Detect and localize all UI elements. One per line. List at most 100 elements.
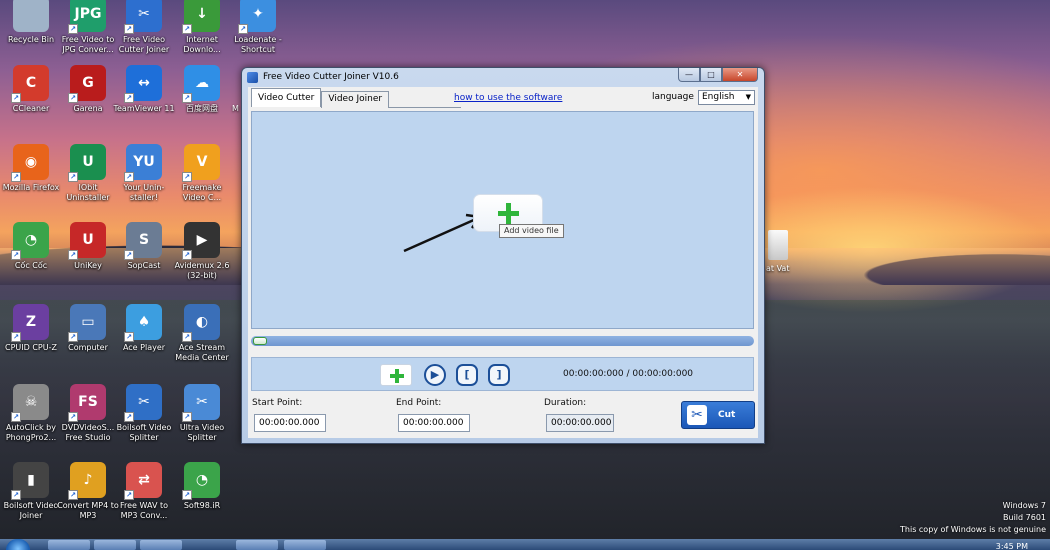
desktop-shortcut-label: Convert MP4 to MP3 [57,501,119,520]
firefox-icon: ◉ ↗ [11,144,49,182]
boilsoft-joiner-icon: ▮ ↗ [11,462,49,500]
set-end-point-button[interactable]: ] [488,364,510,386]
play-button[interactable]: ▶ [424,364,446,386]
set-start-point-button[interactable]: [ [456,364,478,386]
shortcut-arrow-icon: ↗ [182,24,192,34]
idm-icon: ↓ ↗ [182,0,220,34]
sopcast-icon: S ↗ [124,222,162,260]
desktop-shortcut-label: Boilsoft Video Joiner [3,501,59,520]
desktop-shortcut[interactable]: ✂ ↗ Ultra Video Splitter [171,384,233,443]
tab-bar-spacer [389,91,462,108]
progress-slider-handle[interactable] [253,337,267,345]
desktop-shortcut[interactable]: ◔ ↗ Cốc Cốc [0,222,62,271]
desktop-shortcut[interactable]: C ↗ CCleaner [0,65,62,114]
desktop-shortcut[interactable]: ↓ ↗ Internet Downlo... [171,0,233,55]
shortcut-arrow-icon: ↗ [124,172,134,182]
watermark-line-2: Build 7601 [1003,513,1046,522]
window-titlebar[interactable]: Free Video Cutter Joiner V10.6 — □ ✕ [242,68,764,87]
desktop-shortcut-label: Mozilla Firefox [2,183,60,192]
language-select[interactable]: English ▼ [698,90,755,105]
taskbar-item-ie[interactable] [48,540,90,550]
desktop-shortcut[interactable]: ◔ ↗ Soft98.iR [171,462,233,511]
desktop-shortcut[interactable]: ✦ ↗ Loadenate - Shortcut [227,0,289,55]
shortcut-arrow-icon: ↗ [124,24,134,34]
desktop-shortcut[interactable]: S ↗ SopCast [113,222,175,271]
minimize-button[interactable]: — [678,68,700,82]
desktop-shortcut-label: CPUID CPU-Z [5,343,57,352]
desktop-shortcut[interactable]: ▮ ↗ Boilsoft Video Joiner [0,462,62,521]
desktop-shortcut[interactable]: ▶ ↗ Avidemux 2.6 (32-bit) [171,222,233,281]
window-controls: — □ ✕ [678,68,758,82]
plus-icon-bar [498,211,519,216]
ccleaner-icon: C ↗ [11,65,49,103]
tab-video-cutter[interactable]: Video Cutter [251,88,322,107]
playback-progress-bar[interactable] [251,336,754,346]
desktop-shortcut-label: Freemake Video C... [182,183,222,202]
desktop-shortcut[interactable]: ✂ ↗ Boilsoft Video Splitter [113,384,175,443]
desktop-shortcut-label: Avidemux 2.6 (32-bit) [174,261,230,280]
your-uninstaller-icon: YU ↗ [124,144,162,182]
mp4-to-mp3-icon: ♪ ↗ [68,462,106,500]
desktop-shortcut[interactable]: Recycle Bin [0,0,62,45]
desktop-shortcut[interactable]: YU ↗ Your Unin-staller! [113,144,175,203]
desktop-shortcut[interactable]: G ↗ Garena [57,65,119,114]
desktop-shortcut[interactable]: ▭ ↗ Computer [57,304,119,353]
shortcut-arrow-icon: ↗ [68,332,78,342]
taskbar-clock[interactable]: 3:45 PM [996,542,1028,550]
tab-video-joiner[interactable]: Video Joiner [321,91,390,108]
close-button[interactable]: ✕ [722,68,758,82]
bracket-open-icon: [ [464,368,470,381]
desktop-shortcut[interactable]: FS ↗ DVDVideoS... Free Studio [57,384,119,443]
desktop-shortcut[interactable]: ♪ ↗ Convert MP4 to MP3 [57,462,119,521]
end-point-label: End Point: [396,398,442,408]
desktop-shortcut[interactable]: ◐ ↗ Ace Stream Media Center [171,304,233,363]
video-cutter-icon: ✂ ↗ [124,0,162,34]
desktop-shortcut[interactable]: U ↗ UniKey [57,222,119,271]
chevron-down-icon: ▼ [745,93,751,101]
recycle-bin-icon [13,0,49,32]
window-client-area: Video Cutter Video Joiner how to use the… [248,87,758,438]
taskbar-item-coccoc[interactable] [236,540,278,550]
desktop-shortcut[interactable]: ☁ ↗ 百度网盘 [171,65,233,114]
partial-desktop-file-label: at Vat [766,264,790,273]
desktop-shortcut[interactable]: ↔ ↗ TeamViewer 11 [113,65,175,114]
desktop-shortcut[interactable]: ♠ ↗ Ace Player [113,304,175,353]
cut-button[interactable]: ✂ Cut [681,401,755,429]
video-preview-area[interactable]: Add video file [251,111,754,329]
taskbar-item-firefox[interactable] [140,540,182,550]
maximize-button[interactable]: □ [700,68,722,82]
shortcut-arrow-icon: ↗ [68,24,78,34]
desktop-shortcut-label: Free Video to JPG Conver... [61,35,115,54]
desktop-shortcut-label: Internet Downlo... [183,35,221,54]
desktop-shortcut[interactable]: ⇄ ↗ Free WAV to MP3 Conv... [113,462,175,521]
timecode-display: 00:00:00:000 / 00:00:00:000 [563,369,694,379]
help-link[interactable]: how to use the software [454,93,562,103]
add-file-button[interactable] [380,364,412,386]
taskbar-item-explorer[interactable] [94,540,136,550]
shortcut-arrow-icon: ↗ [68,412,78,422]
shortcut-arrow-icon: ↗ [68,172,78,182]
garena-icon: G ↗ [68,65,106,103]
unikey-icon: U ↗ [68,222,106,260]
partial-desktop-file-icon[interactable] [768,230,788,260]
end-point-input[interactable]: 00:00:00.000 [398,414,470,432]
desktop-shortcut-label: Cốc Cốc [14,261,48,270]
desktop-shortcut[interactable]: Z ↗ CPUID CPU-Z [0,304,62,353]
video-to-jpg-icon: JPG ↗ [68,0,106,34]
boilsoft-splitter-icon: ✂ ↗ [124,384,162,422]
desktop-shortcut[interactable]: ◉ ↗ Mozilla Firefox [0,144,62,193]
desktop-shortcut[interactable]: JPG ↗ Free Video to JPG Conver... [57,0,119,55]
start-point-input[interactable]: 00:00:00.000 [254,414,326,432]
taskbar-item-video-cutter[interactable] [284,540,326,550]
desktop-shortcut[interactable]: V ↗ Freemake Video C... [171,144,233,203]
desktop-shortcut[interactable]: ✂ ↗ Free Video Cutter Joiner [113,0,175,55]
teamviewer-icon: ↔ ↗ [124,65,162,103]
desktop-shortcut[interactable]: ☠ ↗ AutoClick by PhongPro2... [0,384,62,443]
desktop-shortcut-label: Boilsoft Video Splitter [116,423,172,442]
freemake-icon: V ↗ [182,144,220,182]
desktop-shortcut-label: AutoClick by PhongPro2... [5,423,57,442]
coccoc-icon: ◔ ↗ [11,222,49,260]
desktop-shortcut[interactable]: U ↗ IObit Uninstaller [57,144,119,203]
cpuz-icon: Z ↗ [11,304,49,342]
start-point-label: Start Point: [252,398,303,408]
